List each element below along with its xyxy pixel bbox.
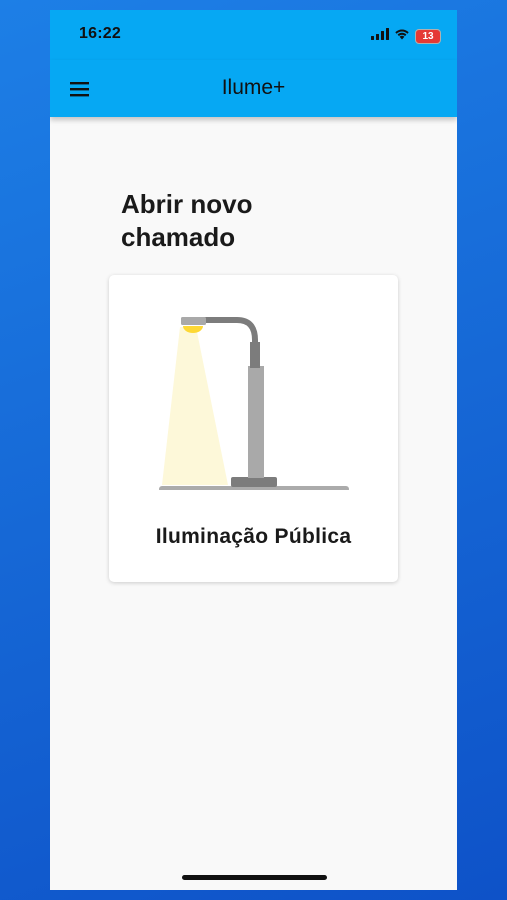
home-indicator[interactable] <box>182 875 327 880</box>
signal-icon <box>371 27 389 45</box>
phone-screen: 16:22 13 Ilume+ Abrir novo chamado Ilumi… <box>50 10 457 890</box>
status-bar: 16:22 13 <box>50 10 457 60</box>
status-icons: 13 <box>371 27 441 45</box>
battery-icon: 13 <box>415 28 441 44</box>
wifi-icon <box>394 27 410 45</box>
category-label: Iluminação Pública <box>155 525 352 548</box>
page-title: Abrir novo chamado <box>121 189 253 252</box>
battery-level: 13 <box>422 30 434 42</box>
street-lamp-icon <box>154 300 354 495</box>
category-card-iluminacao-publica[interactable]: Iluminação Pública <box>109 275 398 582</box>
status-time: 16:22 <box>79 25 121 42</box>
app-title: Ilume+ <box>221 76 286 99</box>
app-bar: Ilume+ <box>50 60 457 117</box>
